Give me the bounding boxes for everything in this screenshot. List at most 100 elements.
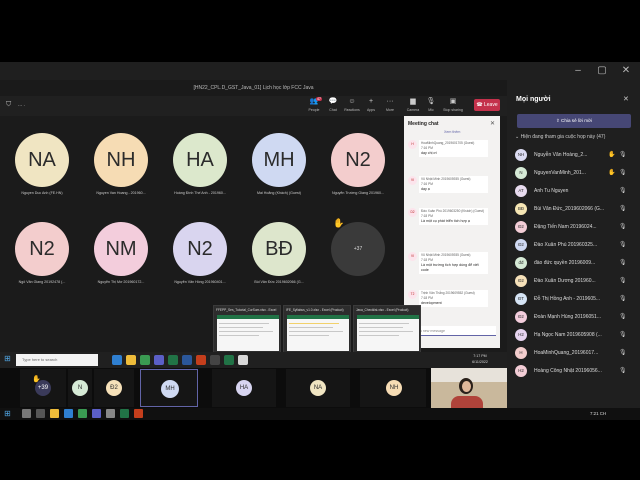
more-participants[interactable]: +39 ✋ xyxy=(20,369,66,407)
person-row[interactable]: Đ2 Đoàn Mạnh Hùng 20196051... 🎙 xyxy=(507,308,640,326)
meeting-status-text: ... . xyxy=(18,102,25,108)
chat-button[interactable]: 💬 Chat xyxy=(324,96,342,116)
excel-thumbnail[interactable]: IFE_Syllabus_v1.0.xlsx - Excel (Product) xyxy=(283,305,351,353)
chat-bubble: Vũ Nhật Minh 2019605935 (Guest) 7:16 PM … xyxy=(419,176,488,193)
participant-tile[interactable]: N2 Ngô Văn Giang 20192478 (... xyxy=(5,222,79,296)
participant-tile[interactable]: Đ2 xyxy=(94,369,134,407)
taskbar-clock: 7:21 CH xyxy=(590,411,607,416)
participant-tile[interactable]: N2 Nguyễn Văn Hồng 201960401... xyxy=(163,222,237,296)
participant-tile[interactable]: NM Nguyễn Thị Mơ 201960172... xyxy=(84,222,158,296)
close-button[interactable]: ✕ xyxy=(616,62,636,80)
avatar: ĐT xyxy=(515,293,527,305)
camera-button[interactable]: ▆ Camera xyxy=(404,96,422,116)
participant-tile[interactable]: MH Mai Hoằng (Khách) (Guest) xyxy=(242,133,316,207)
stop-sharing-button[interactable]: ▣ Stop sharing xyxy=(442,96,464,116)
person-row[interactable]: BĐ Bùi Văn Đức_2019602066 (G... 🎙 xyxy=(507,200,640,218)
participant-tile[interactable]: N xyxy=(68,369,92,407)
app-icon[interactable] xyxy=(134,409,143,418)
excel-icon[interactable] xyxy=(224,355,234,365)
participant-tile[interactable]: NH xyxy=(360,369,426,407)
teams-icon[interactable] xyxy=(154,355,164,365)
more-button[interactable]: ··· More xyxy=(381,96,399,116)
participant-name: Ngô Văn Giang 20192478 (... xyxy=(18,280,66,284)
taskbar-search-input[interactable]: Type here to search xyxy=(16,354,98,366)
person-row[interactable]: H HoaMinhQuang_20196017... 🎙 xyxy=(507,344,640,362)
person-name: Anh Tu Nguyen xyxy=(534,188,569,194)
folder-icon[interactable] xyxy=(126,355,136,365)
avatar: N2 xyxy=(331,133,385,187)
apps-button[interactable]: + Apps xyxy=(362,96,380,116)
chat-tab[interactable]: Xem thêm xyxy=(444,130,460,134)
task-view-icon[interactable] xyxy=(36,409,45,418)
reactions-button[interactable]: ☺ Reactions xyxy=(343,96,361,116)
participant-tile[interactable]: NA xyxy=(286,369,350,407)
person-row[interactable]: Đ2 Đặng Tiến Nam 20196024... 🎙 xyxy=(507,218,640,236)
leave-button[interactable]: ☎ Leave xyxy=(474,99,500,111)
app-icon[interactable] xyxy=(238,355,248,365)
avatar: Đ2 xyxy=(515,275,527,287)
maximize-button[interactable]: ▢ xyxy=(592,62,612,80)
person-name: Hạ Ngọc Nam 2019605908 (... xyxy=(534,332,602,338)
more-participants[interactable]: +37 ✋ xyxy=(331,218,385,276)
person-row[interactable]: N NguyenVanMinh_201... ✋ 🎙 xyxy=(507,164,640,182)
minimize-button[interactable]: – xyxy=(568,62,588,80)
raised-hand-icon: ✋ xyxy=(333,218,345,228)
mic-off-icon: 🎙 xyxy=(619,260,627,266)
windows-start-icon[interactable]: ⊞ xyxy=(4,354,11,363)
person-row[interactable]: Đ2 Đào Xuân Dương 201960... 🎙 xyxy=(507,272,640,290)
person-name: Đỗ Thị Hồng Anh - 2019605... xyxy=(534,296,601,302)
avatar: MH xyxy=(252,133,306,187)
close-icon[interactable]: ✕ xyxy=(490,120,495,127)
app-icon[interactable] xyxy=(106,409,115,418)
person-row[interactable]: AT Anh Tu Nguyen 🎙 xyxy=(507,182,640,200)
participant-tile[interactable]: MH xyxy=(140,369,198,407)
avatar: T2 xyxy=(408,290,417,299)
windows-taskbar: ⊞ 7:21 CH xyxy=(0,408,640,420)
participant-tile[interactable]: NH Nguyen Van Hoang - 201960... xyxy=(84,133,158,207)
meeting-window: [HN22_CPL.D_GST_Java_01] Lịch học lớp FC… xyxy=(0,80,507,368)
in-meeting-header[interactable]: ⌄ Hiện đang tham gia cuộc họp này (47) xyxy=(515,134,605,140)
participant-tile[interactable]: BĐ Bùi Văn Đức 2019602066 (G... xyxy=(242,222,316,296)
folder-icon[interactable] xyxy=(50,409,59,418)
person-row[interactable]: Đ2 Đào Xuân Phú 201960325... 🎙 xyxy=(507,236,640,254)
mic-button[interactable]: 🎙 Mic xyxy=(422,96,440,116)
chrome-icon[interactable] xyxy=(140,355,150,365)
close-icon[interactable]: ✕ xyxy=(623,95,629,103)
people-panel: Mọi người ✕ ⇪ Chia sẻ lời mời ⌄ Hiện đan… xyxy=(507,80,640,408)
chat-icon: 💬 xyxy=(328,98,338,105)
avatar: N xyxy=(515,167,527,179)
chat-message-input[interactable]: Type a new message xyxy=(408,326,496,336)
search-icon[interactable] xyxy=(22,409,31,418)
person-row[interactable]: H2 Hoàng Công Nhật 20196056... 🎙 xyxy=(507,362,640,380)
powerpoint-icon[interactable] xyxy=(196,355,206,365)
app-icon[interactable] xyxy=(210,355,220,365)
participant-name: Hoàng Đình Thế Anh - 201960... xyxy=(174,191,226,195)
participant-tile[interactable]: HA Hoàng Đình Thế Anh - 201960... xyxy=(163,133,237,207)
word-icon[interactable] xyxy=(182,355,192,365)
inner-taskbar: ⊞ Type here to search 7:17 PM 6/11/2022 xyxy=(0,352,507,368)
participant-tile[interactable]: HA xyxy=(212,369,276,407)
participant-tile[interactable]: NA Nguyen Duc Anh (FE.HN) xyxy=(5,133,79,207)
raised-hand-icon: ✋ xyxy=(608,152,616,158)
share-invite-button[interactable]: ⇪ Chia sẻ lời mời xyxy=(517,114,631,128)
excel-icon[interactable] xyxy=(168,355,178,365)
person-row[interactable]: ĐT Đỗ Thị Hồng Anh - 2019605... 🎙 xyxy=(507,290,640,308)
person-row[interactable]: đđ đào đức quyền 20196009... 🎙 xyxy=(507,254,640,272)
person-row[interactable]: H2 Hạ Ngọc Nam 2019605908 (... 🎙 xyxy=(507,326,640,344)
participant-tile[interactable]: N2 Nguyễn Trường Giang 201960... xyxy=(321,133,395,207)
reaction-icon: ☺ xyxy=(348,98,356,105)
excel-icon[interactable] xyxy=(120,409,129,418)
chat-bubble: HoaMinhQuang_2019601705 (Guest) 7:16 PM … xyxy=(419,140,488,157)
person-row[interactable]: NH Nguyễn Văn Hoàng_2... ✋ 🎙 xyxy=(507,146,640,164)
windows-start-icon[interactable]: ⊞ xyxy=(4,408,11,420)
excel-thumbnail[interactable]: Java_Checklist.xlsx - Excel (Product) xyxy=(353,305,421,353)
participant-name: Nguyen Duc Anh (FE.HN) xyxy=(21,191,63,195)
app-icon[interactable] xyxy=(112,355,122,365)
participant-name: Nguyễn Trường Giang 201960... xyxy=(332,191,384,195)
edge-icon[interactable] xyxy=(64,409,73,418)
excel-thumbnail[interactable]: FFEPP_Ses_Tutorial_CurSum.xlsx - Excel xyxy=(213,305,281,353)
teams-icon[interactable] xyxy=(92,409,101,418)
chrome-icon[interactable] xyxy=(78,409,87,418)
person-name: NguyenVanMinh_201... xyxy=(534,170,586,176)
participant-name: Nguyễn Văn Hồng 201960401... xyxy=(174,280,226,284)
